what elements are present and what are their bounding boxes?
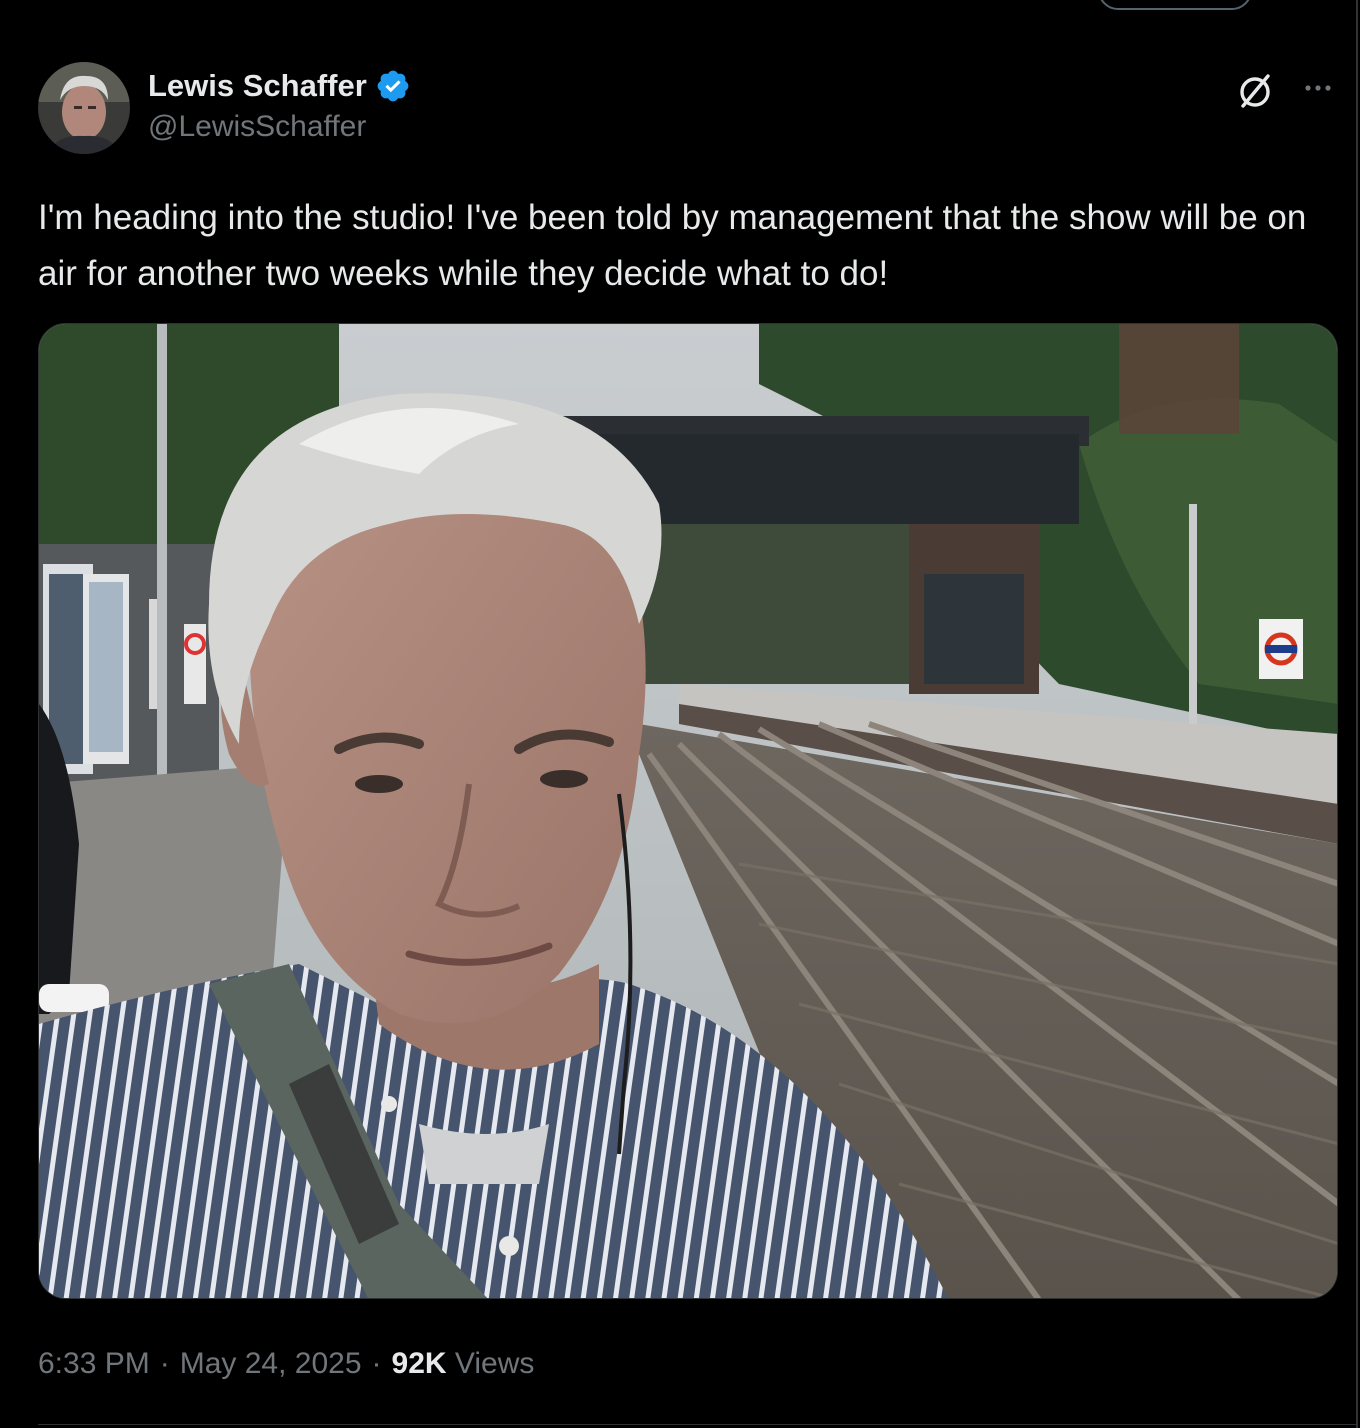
author-display-name[interactable]: Lewis Schaffer [148, 68, 367, 104]
more-options-icon[interactable] [1298, 68, 1338, 108]
meta-separator: · [371, 1347, 382, 1380]
verified-badge-icon[interactable] [375, 68, 411, 104]
selfie-photo-image [39, 324, 1337, 1298]
views-count[interactable]: 92K [392, 1347, 447, 1380]
views-label: Views [454, 1347, 535, 1380]
bottom-divider [38, 1424, 1356, 1425]
grok-icon[interactable] [1232, 68, 1278, 114]
tweet-date[interactable]: May 24, 2025 [180, 1347, 362, 1381]
author-name-row[interactable]: Lewis Schaffer [148, 64, 411, 108]
meta-separator: · [159, 1347, 170, 1380]
top-pill-button-edge[interactable] [1098, 0, 1252, 10]
avatar-image [38, 62, 130, 154]
column-divider [1356, 0, 1358, 1428]
tweet-media-photo[interactable] [38, 323, 1338, 1299]
tweet-text: I'm heading into the studio! I've been t… [38, 198, 1307, 293]
avatar[interactable] [38, 62, 130, 154]
tweet-meta-row: 6:33 PM · May 24, 2025 · 92K Views [38, 1342, 534, 1386]
author-handle[interactable]: @LewisSchaffer [148, 110, 366, 144]
tweet-time[interactable]: 6:33 PM [38, 1347, 150, 1381]
